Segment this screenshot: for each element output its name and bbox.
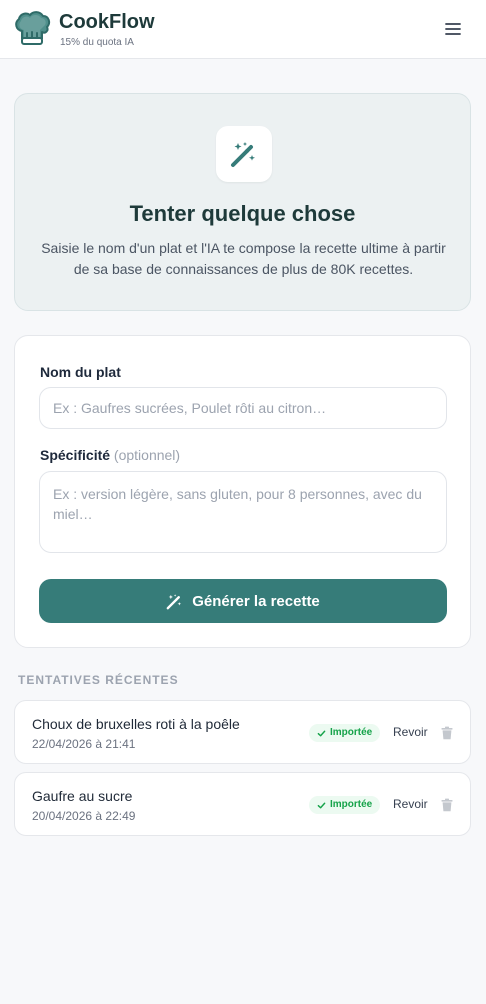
trash-icon[interactable] xyxy=(440,726,454,740)
chef-hat-icon[interactable] xyxy=(12,9,52,49)
brand-name: CookFlow xyxy=(59,11,155,33)
list-item[interactable]: Gaufre au sucre 20/04/2026 à 22:49 Impor… xyxy=(14,772,471,836)
dish-name-input[interactable] xyxy=(39,387,447,429)
attempt-date: 22/04/2026 à 21:41 xyxy=(32,737,136,751)
check-icon xyxy=(317,730,326,736)
trash-icon[interactable] xyxy=(440,798,454,812)
specificity-label: Spécificité (optionnel) xyxy=(40,446,180,464)
specificity-label-text: Spécificité xyxy=(40,447,111,463)
specificity-input[interactable] xyxy=(39,471,447,553)
magic-wand-icon xyxy=(166,593,182,609)
hero-card: Tenter quelque chose Saisie le nom d'un … xyxy=(14,93,471,311)
recipe-form: Nom du plat Spécificité (optionnel) Géné… xyxy=(14,335,471,648)
hero-icon-box xyxy=(216,126,272,182)
check-icon xyxy=(317,802,326,808)
attempt-name: Gaufre au sucre xyxy=(32,788,133,804)
status-badge: Importée xyxy=(309,724,381,742)
optional-hint: (optionnel) xyxy=(113,447,181,463)
magic-wand-icon xyxy=(231,142,255,167)
hamburger-menu-icon xyxy=(445,23,461,35)
review-button[interactable]: Revoir xyxy=(393,725,428,739)
hero-description: Saisie le nom d'un plat et l'IA te compo… xyxy=(41,240,446,277)
dish-name-label: Nom du plat xyxy=(40,364,121,380)
generate-recipe-button[interactable]: Générer la recette xyxy=(39,579,447,623)
list-item[interactable]: Choux de bruxelles roti à la poêle 22/04… xyxy=(14,700,471,764)
status-label: Importée xyxy=(330,727,373,738)
menu-button[interactable] xyxy=(440,16,466,42)
ai-quota-text: 15% du quota IA xyxy=(60,37,134,48)
status-label: Importée xyxy=(330,799,373,810)
recent-attempts-title: TENTATIVES RÉCENTES xyxy=(18,673,179,687)
status-badge: Importée xyxy=(309,796,381,814)
top-bar: CookFlow 15% du quota IA xyxy=(0,0,486,59)
attempt-name: Choux de bruxelles roti à la poêle xyxy=(32,716,240,732)
attempt-date: 20/04/2026 à 22:49 xyxy=(32,809,136,823)
hero-title: Tenter quelque chose xyxy=(129,201,356,226)
generate-recipe-label: Générer la recette xyxy=(192,592,320,610)
review-button[interactable]: Revoir xyxy=(393,797,428,811)
